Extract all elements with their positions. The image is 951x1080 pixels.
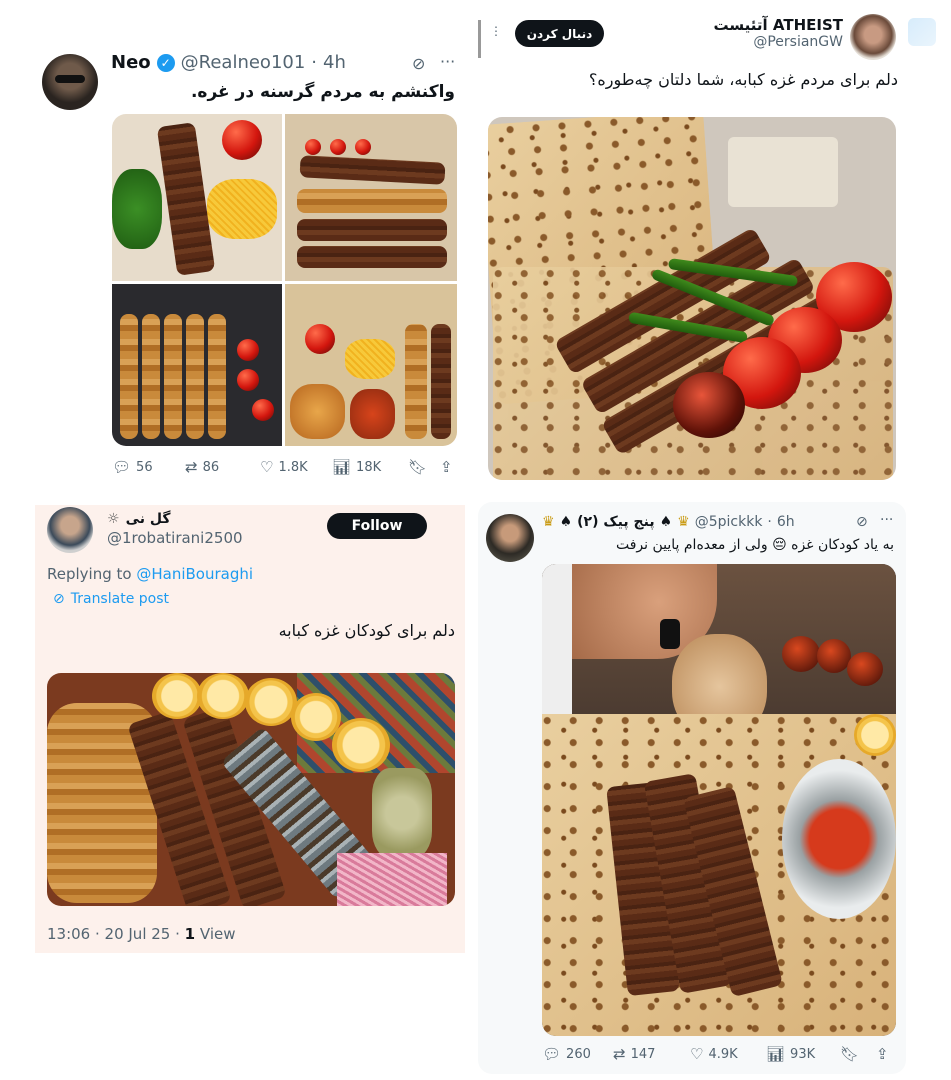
media-grid[interactable] (112, 114, 457, 446)
media-image-4[interactable] (285, 284, 457, 446)
grok-icon[interactable]: ⊘ (856, 514, 868, 530)
repost-count: 86 (202, 459, 220, 475)
post-text: واکنشم به مردم گرسنه در غره. (190, 82, 455, 102)
crown-icon: ♛ (542, 514, 555, 530)
translate-post-link[interactable]: Translate post (71, 591, 169, 607)
repost-icon: ⇄ (185, 458, 198, 476)
share-button[interactable]: ⇪ (876, 1045, 889, 1063)
avatar[interactable] (850, 14, 896, 60)
author-name[interactable]: گل نی (126, 511, 171, 527)
author-name[interactable]: پنج پیک (۲) (577, 514, 654, 530)
views-label: View (199, 925, 236, 943)
post-image[interactable] (47, 673, 455, 906)
reply-count: 260 (566, 1046, 591, 1062)
author-handle[interactable]: @Realneo101 (181, 52, 306, 73)
spade-icon: ♠ (559, 514, 573, 530)
more-icon[interactable]: ··· (880, 512, 893, 528)
views-button[interactable]: 📊︎ 93K (766, 1045, 815, 1063)
reply-count: 56 (136, 459, 153, 475)
post-text: دلم برای کودکان غزه کبابه (278, 621, 455, 640)
more-icon[interactable]: ··· (440, 52, 455, 71)
avatar[interactable] (42, 54, 98, 110)
share-icon: ⇪ (876, 1045, 889, 1063)
post-text: دلم برای مردم غزه کبابه، شما دلتان چه‌طو… (588, 70, 898, 89)
like-count: 4.9K (708, 1046, 738, 1062)
tweet-card-gol: ☼ گل نی @1robatirani2500 Follow Replying… (35, 505, 465, 953)
media-image-2[interactable] (285, 114, 457, 281)
views-icon: 📊︎ (766, 1045, 786, 1063)
follow-button[interactable]: Follow (327, 513, 427, 539)
repost-icon: ⇄ (613, 1045, 626, 1063)
views-button[interactable]: 📊︎ 18K (332, 458, 381, 476)
author-handle[interactable]: @5pickkk (695, 514, 763, 530)
grok-icon[interactable]: ⊘ (412, 54, 425, 73)
views-count: 18K (356, 459, 382, 475)
avatar[interactable] (47, 507, 93, 553)
views-icon: 📊︎ (332, 458, 352, 476)
reply-button[interactable]: 💬︎ 260 (542, 1045, 591, 1063)
separator-dot: · (767, 514, 772, 530)
like-icon: ♡ (690, 1045, 704, 1063)
replying-to-link[interactable]: @HaniBouraghi (136, 565, 253, 583)
post-timestamp[interactable]: 13:06 · 20 Jul 25 · (47, 925, 180, 943)
post-text: به یاد کودکان غزه 😔 ولی از معده‌ام پایین… (615, 537, 894, 553)
media-image-1[interactable] (112, 114, 282, 281)
repost-count: 147 (630, 1046, 656, 1062)
avatar[interactable] (486, 514, 534, 562)
reply-button[interactable]: 💬︎ 56 (112, 458, 153, 476)
like-icon: ♡ (260, 458, 274, 476)
bookmark-icon: 🔖︎ (408, 458, 428, 476)
bookmark-icon: 🔖︎ (840, 1045, 860, 1063)
bookmark-button[interactable]: 🔖︎ (408, 458, 427, 476)
share-button[interactable]: ⇪ (440, 458, 453, 476)
divider (478, 20, 481, 58)
author-handle[interactable]: @1robatirani2500 (107, 529, 243, 547)
share-icon: ⇪ (440, 458, 453, 476)
bookmark-button[interactable]: 🔖︎ (840, 1045, 859, 1063)
more-icon[interactable]: ⋮ (490, 24, 502, 38)
replying-to-label: Replying to (47, 565, 132, 583)
translate-icon: ⊘ (53, 591, 65, 607)
post-image[interactable] (542, 564, 896, 1036)
verified-icon: ✓ (156, 53, 175, 72)
media-image-3[interactable] (112, 284, 282, 446)
tweet-card-panjpick: ♛ ♠ پنج پیک (۲) ♠ ♛ @5pickkk · 6h ⊘ ··· … (478, 502, 906, 1074)
post-time[interactable]: 4h (323, 52, 346, 73)
tweet-card-atheist: ⋮ دنبال کردن ATHEIST آتئیست @PersianGW د… (478, 0, 951, 490)
tweet-card-neo: Neo ✓ @Realneo101 · 4h ⊘ ··· واکنشم به م… (30, 40, 470, 490)
author-handle[interactable]: @PersianGW (714, 34, 843, 50)
spade-icon: ♠ (659, 514, 673, 530)
author-name[interactable]: ATHEIST آتئیست (714, 16, 843, 34)
follow-button[interactable]: دنبال کردن (515, 20, 604, 47)
repost-button[interactable]: ⇄ 147 (613, 1045, 655, 1063)
views-count: 1 (184, 925, 196, 943)
app-logo (908, 18, 936, 46)
crown-icon: ♛ (677, 514, 690, 530)
reply-icon: 💬︎ (112, 458, 132, 476)
post-image[interactable] (488, 117, 896, 480)
separator-dot: · (311, 52, 318, 73)
post-time[interactable]: 6h (777, 514, 795, 530)
views-count: 93K (790, 1046, 816, 1062)
like-button[interactable]: ♡ 1.8K (260, 458, 308, 476)
author-name[interactable]: Neo (111, 52, 151, 73)
like-count: 1.8K (278, 459, 308, 475)
like-button[interactable]: ♡ 4.9K (690, 1045, 738, 1063)
reply-icon: 💬︎ (542, 1045, 562, 1063)
repost-button[interactable]: ⇄ 86 (185, 458, 219, 476)
decoration-icon: ☼ (107, 511, 120, 527)
